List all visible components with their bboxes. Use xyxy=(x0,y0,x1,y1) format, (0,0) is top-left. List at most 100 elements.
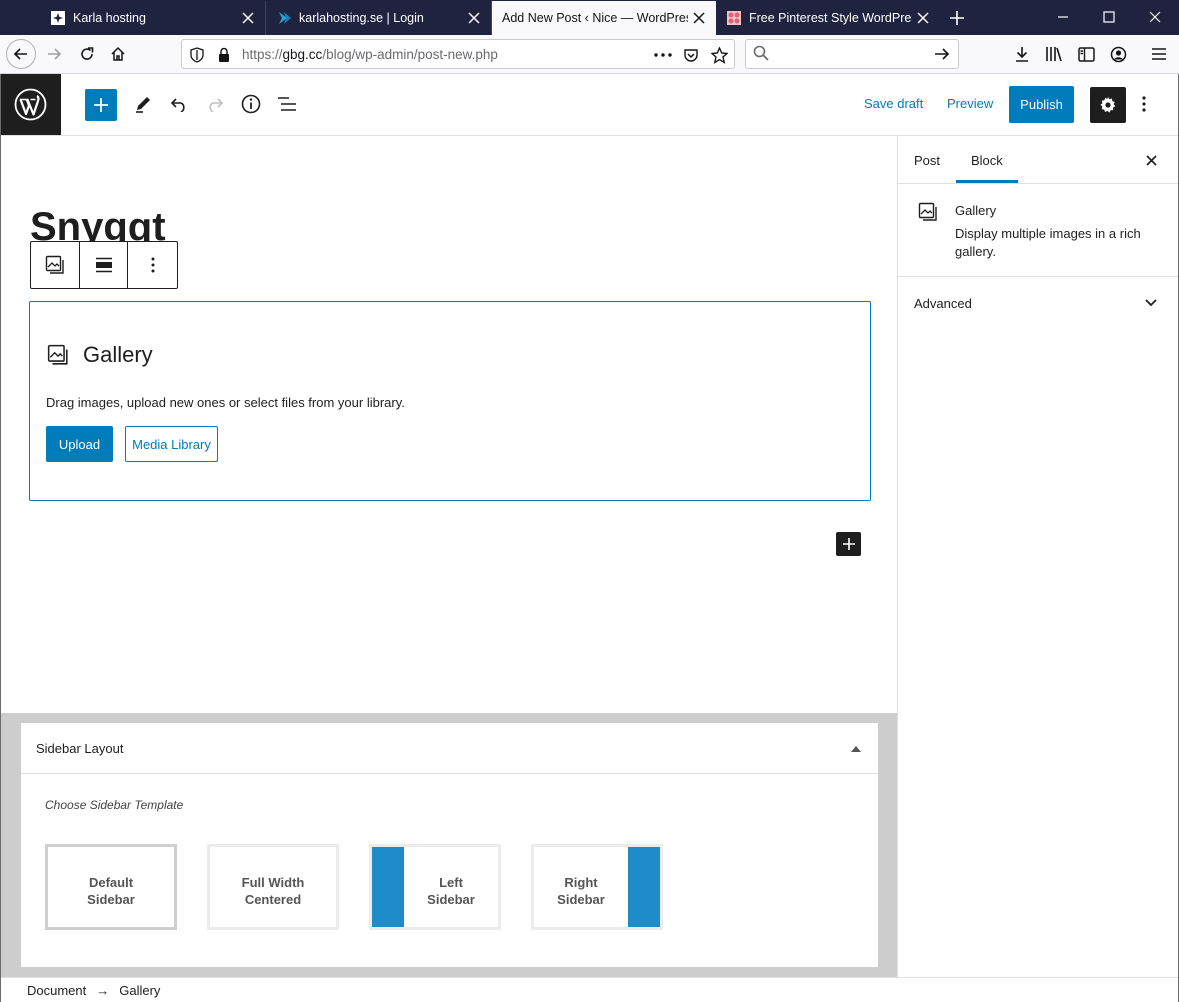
media-library-button[interactable]: Media Library xyxy=(125,426,218,462)
vertical-dots-icon xyxy=(151,257,155,273)
metabox-header[interactable]: Sidebar Layout xyxy=(21,723,878,774)
metabox-area: Sidebar Layout Choose Sidebar Template D… xyxy=(1,713,897,977)
template-right-sidebar[interactable]: Right Sidebar xyxy=(531,844,663,930)
library-icon[interactable] xyxy=(1041,41,1067,67)
add-block-button[interactable] xyxy=(85,89,117,121)
gallery-icon xyxy=(47,344,68,365)
right-sidebar-bar xyxy=(628,847,660,927)
back-arrow-icon[interactable] xyxy=(6,39,36,69)
forward-arrow-icon[interactable] xyxy=(39,39,69,69)
wordpress-logo-icon[interactable] xyxy=(0,74,61,135)
home-icon[interactable] xyxy=(103,39,133,69)
account-icon[interactable] xyxy=(1105,41,1131,67)
chevron-down-icon[interactable] xyxy=(1141,293,1161,313)
browser-tab[interactable]: Karla hosting xyxy=(40,1,266,35)
block-card-description: Display multiple images in a rich galler… xyxy=(955,226,1141,259)
tab-title: Karla hosting xyxy=(73,11,146,25)
block-breadcrumb: Document → Gallery xyxy=(0,977,1179,1002)
browser-tab[interactable]: karlahosting.se | Login xyxy=(266,1,492,35)
reload-icon[interactable] xyxy=(72,39,102,69)
template-left-sidebar[interactable]: Left Sidebar xyxy=(369,844,501,930)
publish-button[interactable]: Publish xyxy=(1009,86,1074,123)
browser-navigation-bar: https://gbg.cc/blog/wp-admin/post-new.ph… xyxy=(0,35,1179,74)
plus-icon xyxy=(842,538,855,550)
page-actions-icon[interactable] xyxy=(654,46,672,64)
block-card-title: Gallery xyxy=(955,203,997,218)
gallery-icon xyxy=(45,255,64,274)
breadcrumb-document[interactable]: Document xyxy=(27,983,86,998)
sidebar-toggle-icon[interactable] xyxy=(1073,41,1099,67)
info-icon[interactable] xyxy=(235,88,267,120)
upload-button[interactable]: Upload xyxy=(46,426,113,462)
preview-button[interactable]: Preview xyxy=(947,96,993,111)
maximize-icon[interactable] xyxy=(1086,0,1132,34)
close-tab-icon[interactable] xyxy=(463,7,485,29)
gallery-block-header: Gallery xyxy=(47,342,153,368)
window-close-icon[interactable] xyxy=(1132,0,1178,34)
block-inserter-button[interactable] xyxy=(836,532,861,556)
close-icon[interactable] xyxy=(1141,150,1161,170)
browser-tab[interactable]: Free Pinterest Style WordPress T xyxy=(716,1,940,35)
pencil-icon[interactable] xyxy=(127,88,159,120)
block-type-gallery-button[interactable] xyxy=(31,242,80,288)
search-icon xyxy=(753,45,769,61)
browser-tab-bar: Karla hosting karlahosting.se | Login Ad… xyxy=(0,0,1179,35)
tab-block[interactable]: Block xyxy=(971,153,1003,168)
editor-header: Save draft Preview Publish xyxy=(0,74,1179,136)
template-full-width-centered[interactable]: Full Width Centered xyxy=(207,844,339,930)
gallery-block-description: Drag images, upload new ones or select f… xyxy=(46,395,405,410)
gallery-placeholder-block[interactable]: Gallery Drag images, upload new ones or … xyxy=(29,301,871,501)
browser-tab-active[interactable]: Add New Post ‹ Nice — WordPress xyxy=(492,1,716,35)
post-title[interactable]: Snygqt xyxy=(30,201,166,245)
gear-icon xyxy=(1100,97,1116,113)
lock-icon[interactable] xyxy=(215,46,233,64)
list-view-icon[interactable] xyxy=(271,88,303,120)
undo-icon[interactable] xyxy=(163,88,195,120)
sidebar-tabs: Post Block xyxy=(898,136,1179,184)
search-field[interactable] xyxy=(745,39,959,69)
block-toolbar xyxy=(30,241,178,289)
hamburger-menu-icon[interactable] xyxy=(1146,41,1172,67)
gallery-icon xyxy=(918,202,940,224)
collapse-caret-icon[interactable] xyxy=(848,741,864,757)
tab-title: Free Pinterest Style WordPress T xyxy=(749,11,912,25)
redo-icon[interactable] xyxy=(199,88,231,120)
choose-template-label: Choose Sidebar Template xyxy=(45,798,184,812)
tab-title: karlahosting.se | Login xyxy=(299,11,424,25)
block-more-options-button[interactable] xyxy=(128,242,177,288)
template-label: Left Sidebar xyxy=(427,875,475,907)
tab-post[interactable]: Post xyxy=(914,153,940,168)
sidebar-layout-metabox: Sidebar Layout Choose Sidebar Template D… xyxy=(21,723,878,967)
template-label: Default Sidebar xyxy=(87,875,135,907)
tab-title: Add New Post ‹ Nice — WordPress xyxy=(502,11,688,25)
bookmark-star-icon[interactable] xyxy=(710,46,728,64)
editor-canvas: Snygqt Gallery Drag images, upload new o… xyxy=(1,136,897,713)
window-border xyxy=(0,74,1,1002)
pinterest-favicon-icon xyxy=(726,10,742,26)
new-tab-icon[interactable] xyxy=(946,7,968,29)
search-go-arrow-icon[interactable] xyxy=(934,46,950,62)
active-tab-indicator xyxy=(956,180,1018,183)
breadcrumb-current[interactable]: Gallery xyxy=(119,983,160,998)
advanced-panel-toggle[interactable]: Advanced xyxy=(898,277,1179,327)
close-tab-icon[interactable] xyxy=(237,7,259,29)
save-draft-button[interactable]: Save draft xyxy=(864,96,923,111)
template-default-sidebar[interactable]: Default Sidebar xyxy=(45,844,177,930)
close-tab-icon[interactable] xyxy=(912,7,934,29)
more-options-icon[interactable] xyxy=(1128,88,1160,120)
shield-icon[interactable] xyxy=(188,46,206,64)
left-sidebar-bar xyxy=(372,847,404,927)
breadcrumb-separator: → xyxy=(96,982,110,998)
align-wide-icon xyxy=(95,257,112,273)
close-tab-icon[interactable] xyxy=(688,7,710,29)
settings-gear-button[interactable] xyxy=(1090,87,1126,123)
minimize-icon[interactable] xyxy=(1040,0,1086,34)
pocket-icon[interactable] xyxy=(682,46,700,64)
align-button[interactable] xyxy=(80,242,129,288)
template-label: Right Sidebar xyxy=(557,875,605,907)
download-icon[interactable] xyxy=(1009,41,1035,67)
gallery-block-title: Gallery xyxy=(83,342,153,367)
chevron-favicon-icon xyxy=(276,10,292,26)
advanced-panel-title: Advanced xyxy=(914,296,972,311)
url-bar[interactable]: https://gbg.cc/blog/wp-admin/post-new.ph… xyxy=(181,39,735,69)
